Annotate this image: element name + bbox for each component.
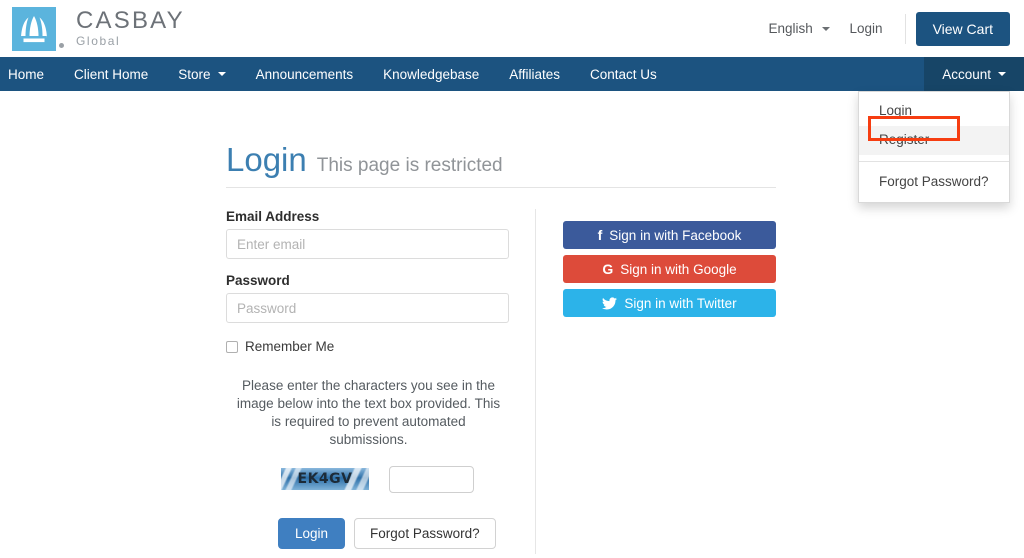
account-dropdown-menu: Login Register Forgot Password? [858, 91, 1010, 203]
email-field-group: Email Address [226, 209, 511, 259]
dropdown-item-forgot-password[interactable]: Forgot Password? [859, 168, 1009, 197]
dropdown-separator [859, 160, 1009, 162]
main-content: Login This page is restricted Email Addr… [0, 143, 1024, 554]
remember-me-row: Remember Me [226, 339, 511, 354]
dropdown-item-login[interactable]: Login [859, 97, 1009, 126]
sign-in-with-google-button[interactable]: G Sign in with Google [563, 255, 776, 283]
login-form: Email Address Password Remember Me Pleas… [226, 209, 511, 554]
login-button[interactable]: Login [278, 517, 346, 549]
chevron-down-icon [998, 72, 1006, 76]
facebook-icon: f [597, 227, 603, 243]
remember-me-checkbox[interactable] [226, 340, 238, 353]
header-divider [904, 13, 906, 44]
page-subtitle: This page is restricted [316, 155, 503, 176]
nav-item-knowledgebase[interactable]: Knowledgebase [368, 57, 494, 91]
main-navigation: Home Client Home Store Announcements Kno… [0, 57, 1024, 91]
sign-in-with-twitter-button[interactable]: Sign in with Twitter [563, 289, 776, 317]
social-button-label: Sign in with Twitter [624, 295, 737, 311]
nav-item-home[interactable]: Home [0, 57, 59, 91]
captcha-image: EK4GV [281, 468, 369, 491]
nav-item-contact-us[interactable]: Contact Us [575, 57, 672, 91]
forgot-password-button[interactable]: Forgot Password? [354, 517, 496, 549]
brand-logo[interactable]: CASBAY Global [12, 6, 185, 51]
nav-item-announcements[interactable]: Announcements [241, 57, 369, 91]
site-header: CASBAY Global English Login View Cart [0, 0, 1024, 57]
email-label: Email Address [226, 209, 320, 224]
remember-me-label: Remember Me [245, 339, 335, 354]
nav-label: Store [178, 66, 211, 82]
captcha-instructions: Please enter the characters you see in t… [236, 378, 501, 447]
nav-label: Home [8, 66, 45, 82]
nav-item-client-home[interactable]: Client Home [59, 57, 163, 91]
password-input[interactable] [226, 293, 509, 323]
google-icon: G [602, 261, 614, 277]
logo-registered-dot-icon [59, 42, 64, 48]
chevron-down-icon [821, 27, 830, 31]
sign-in-with-facebook-button[interactable]: f Sign in with Facebook [563, 221, 776, 249]
crown-fountain-logo-icon [12, 6, 64, 51]
form-buttons: Login Forgot Password? [226, 517, 511, 549]
dropdown-item-register[interactable]: Register [859, 125, 1009, 155]
nav-label: Knowledgebase [383, 66, 480, 82]
header-actions: English Login View Cart [758, 0, 1010, 57]
login-columns: Email Address Password Remember Me Pleas… [226, 209, 786, 554]
twitter-icon [602, 296, 618, 310]
brand-tagline: Global [76, 33, 121, 48]
password-label: Password [226, 273, 290, 288]
nav-label: Account [942, 66, 991, 82]
page-header: Login This page is restricted [226, 143, 776, 188]
social-button-label: Sign in with Facebook [609, 227, 742, 243]
nav-label: Announcements [255, 66, 354, 82]
header-login-link[interactable]: Login [840, 15, 893, 42]
language-selector[interactable]: English [758, 15, 839, 42]
nav-label: Contact Us [590, 66, 657, 82]
brand-name: CASBAY [76, 6, 185, 34]
page-title: Login [226, 141, 307, 178]
chevron-down-icon [217, 72, 226, 76]
nav-item-affiliates[interactable]: Affiliates [494, 57, 575, 91]
nav-item-store[interactable]: Store [163, 57, 240, 91]
nav-label: Client Home [74, 66, 149, 82]
social-login-panel: f Sign in with Facebook G Sign in with G… [536, 209, 786, 554]
password-field-group: Password [226, 273, 511, 323]
language-label: English [768, 21, 813, 36]
captcha-row: EK4GV [226, 465, 511, 493]
nav-label: Affiliates [509, 66, 561, 82]
email-input[interactable] [226, 229, 509, 259]
captcha-code-text: EK4GV [297, 471, 353, 488]
social-button-label: Sign in with Google [620, 261, 737, 277]
nav-item-account[interactable]: Account [924, 57, 1024, 91]
captcha-input[interactable] [389, 465, 474, 493]
view-cart-button[interactable]: View Cart [915, 11, 1010, 46]
